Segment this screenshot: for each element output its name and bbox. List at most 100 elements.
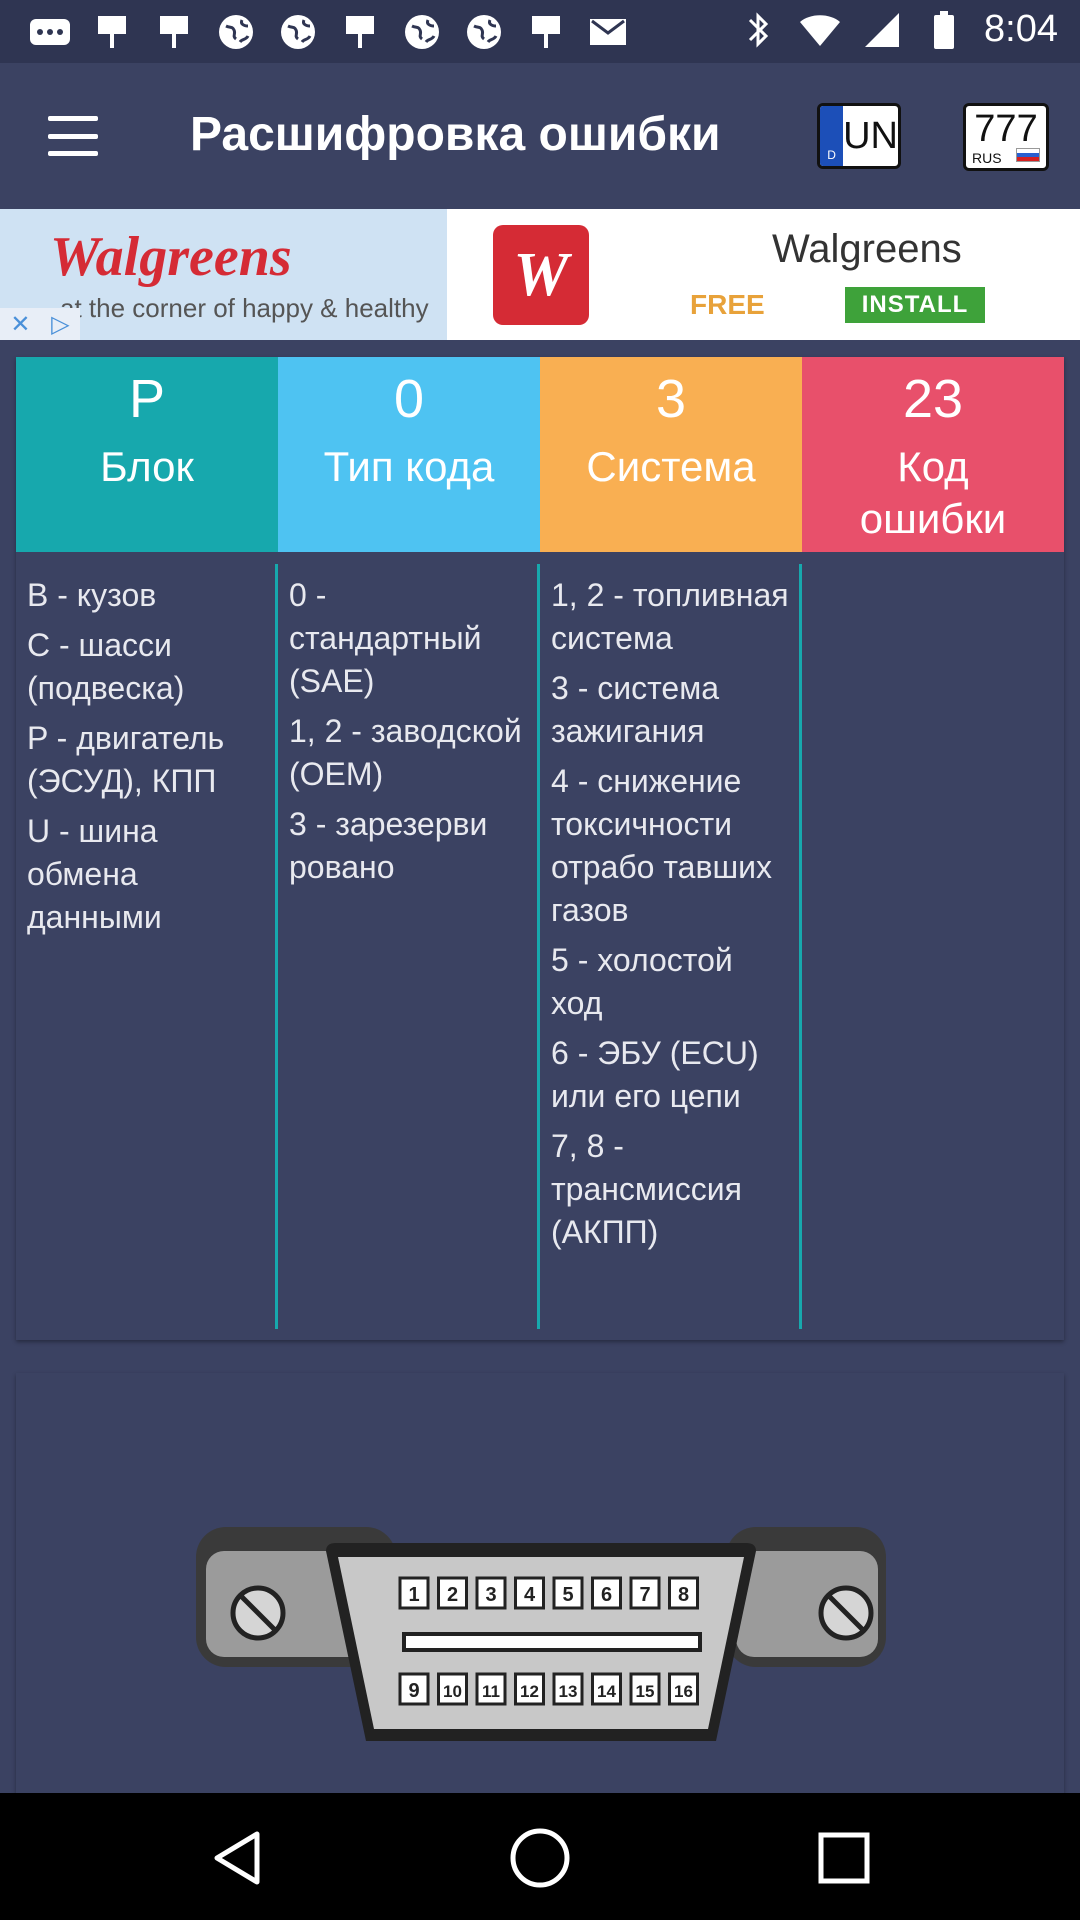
header-label: Тип кода	[323, 443, 495, 490]
ru-plate-number: 777	[974, 108, 1038, 150]
list-item: C - шасси (подвеска)	[27, 627, 185, 706]
list-item: 5 - холостой ход	[551, 942, 733, 1021]
ad-close-button[interactable]: ✕ ▷	[0, 308, 80, 340]
header-label: Система	[586, 443, 756, 490]
svg-text:2: 2	[447, 1584, 458, 1606]
list-item: 3 - зарезерви ровано	[289, 806, 488, 885]
close-icon[interactable]: ✕	[10, 310, 30, 339]
back-icon[interactable]	[202, 1823, 272, 1893]
wifi-icon	[798, 10, 842, 50]
ad-install-button[interactable]: INSTALL	[845, 287, 985, 323]
list-item: 7, 8 - трансмиссия (АКПП)	[551, 1128, 742, 1250]
recents-icon[interactable]	[809, 1823, 879, 1893]
pin-13: 13	[552, 1672, 584, 1706]
list-item: U - шина обмена данными	[27, 813, 162, 935]
header-value: 0	[393, 369, 425, 429]
header-value: P	[128, 369, 166, 429]
svg-text:9: 9	[408, 1680, 419, 1702]
eu-plate-code: UN	[843, 114, 898, 157]
flag-icon	[338, 12, 382, 52]
menu-icon[interactable]	[40, 108, 106, 164]
column-error-code	[802, 564, 1064, 1329]
list-item: 0 - стандартный (SAE)	[289, 577, 482, 699]
chat-icon	[28, 12, 72, 52]
signal-icon	[860, 10, 904, 50]
column-code-type: 0 - стандартный (SAE) 1, 2 - заводской (…	[278, 564, 540, 1329]
svg-text:3: 3	[485, 1584, 496, 1606]
globe-icon	[214, 12, 258, 52]
list-item: B - кузов	[27, 577, 157, 613]
svg-text:14: 14	[597, 1682, 616, 1701]
svg-text:8: 8	[678, 1584, 689, 1606]
flag-icon	[152, 12, 196, 52]
toolbar: Расшифровка ошибки D UN 777 RUS	[0, 63, 1080, 209]
adchoices-icon[interactable]: ▷	[51, 310, 69, 339]
ad-slogan: at the corner of happy & healthy	[60, 293, 429, 323]
pin-11: 11	[475, 1672, 507, 1706]
column-system: 1, 2 - топливная система 3 - система заж…	[540, 564, 802, 1329]
svg-text:15: 15	[636, 1682, 655, 1701]
pin-12: 12	[514, 1672, 545, 1706]
list-item: P - двигатель (ЭСУД), КПП	[27, 720, 225, 799]
mail-icon	[586, 12, 630, 52]
list-item: 6 - ЭБУ (ECU) или его цепи	[551, 1035, 759, 1114]
header-label: Код ошибки	[859, 443, 1007, 542]
notification-icons	[28, 12, 630, 52]
page-title: Расшифровка ошибки	[190, 108, 721, 161]
globe-icon	[462, 12, 506, 52]
pin-14: 14	[591, 1672, 622, 1706]
header-code-type: 0 Тип кода	[278, 357, 540, 552]
pin-6: 6	[591, 1576, 622, 1610]
flag-icon	[90, 12, 134, 52]
svg-text:12: 12	[520, 1682, 539, 1701]
header-block: P Блок	[16, 357, 278, 552]
header-value: 23	[902, 369, 964, 429]
pin-5: 5	[552, 1576, 584, 1610]
ad-brand: Walgreens	[50, 226, 292, 288]
bluetooth-icon	[736, 10, 780, 50]
eu-plate-country: D	[827, 148, 836, 162]
ad-brand-panel[interactable]: Walgreens at the corner of happy & healt…	[0, 209, 447, 340]
pin-16: 16	[668, 1672, 699, 1706]
flag-icon	[524, 12, 568, 52]
column-block: B - кузов C - шасси (подвеска) P - двига…	[16, 564, 278, 1329]
globe-icon	[400, 12, 444, 52]
system-icons: 8:04	[736, 8, 1058, 51]
pin-15: 15	[629, 1672, 661, 1706]
ad-banner[interactable]: Walgreens at the corner of happy & healt…	[0, 209, 1080, 340]
svg-text:10: 10	[443, 1682, 462, 1701]
ad-logo[interactable]: W	[475, 213, 607, 337]
pin-2: 2	[437, 1576, 468, 1610]
pin-7: 7	[629, 1576, 661, 1610]
eu-plate-button[interactable]: D UN	[817, 103, 901, 169]
svg-text:16: 16	[674, 1682, 693, 1701]
pin-1: 1	[398, 1576, 430, 1610]
ad-price: FREE	[690, 289, 765, 320]
ru-plate-region: RUS	[972, 150, 1002, 166]
svg-text:5: 5	[562, 1584, 573, 1606]
svg-text:1: 1	[408, 1584, 419, 1606]
eu-stars-icon: D	[820, 106, 844, 166]
navigation-bar	[0, 1793, 1080, 1920]
status-bar: 8:04	[0, 0, 1080, 63]
svg-text:11: 11	[482, 1682, 500, 1701]
home-icon[interactable]	[505, 1823, 575, 1893]
svg-text:13: 13	[559, 1682, 578, 1701]
list-item: 4 - снижение токсичности отрабо тавших г…	[551, 763, 772, 928]
pin-4: 4	[514, 1576, 545, 1610]
header-error-code: 23 Код ошибки	[802, 357, 1064, 552]
ad-logo-letter: W	[493, 225, 589, 325]
connector-pins: 1 2 3 4 5 6 7 89 10 11 12 13 14 15 16	[398, 1576, 699, 1706]
ru-plate-button[interactable]: 777 RUS	[963, 103, 1049, 171]
header-value: 3	[655, 369, 687, 429]
svg-text:4: 4	[524, 1584, 536, 1606]
pin-10: 10	[437, 1672, 468, 1706]
pin-8: 8	[668, 1576, 699, 1610]
error-code-table: P Блок 0 Тип кода 3 Система 23 Код ошибк…	[16, 357, 1064, 1340]
ad-app-name: Walgreens	[772, 227, 962, 271]
header-system: 3 Система	[540, 357, 802, 552]
battery-icon	[922, 10, 966, 50]
table-columns: B - кузов C - шасси (подвеска) P - двига…	[16, 564, 1064, 1329]
russia-flag-icon	[1016, 148, 1040, 162]
svg-text:7: 7	[639, 1584, 650, 1606]
